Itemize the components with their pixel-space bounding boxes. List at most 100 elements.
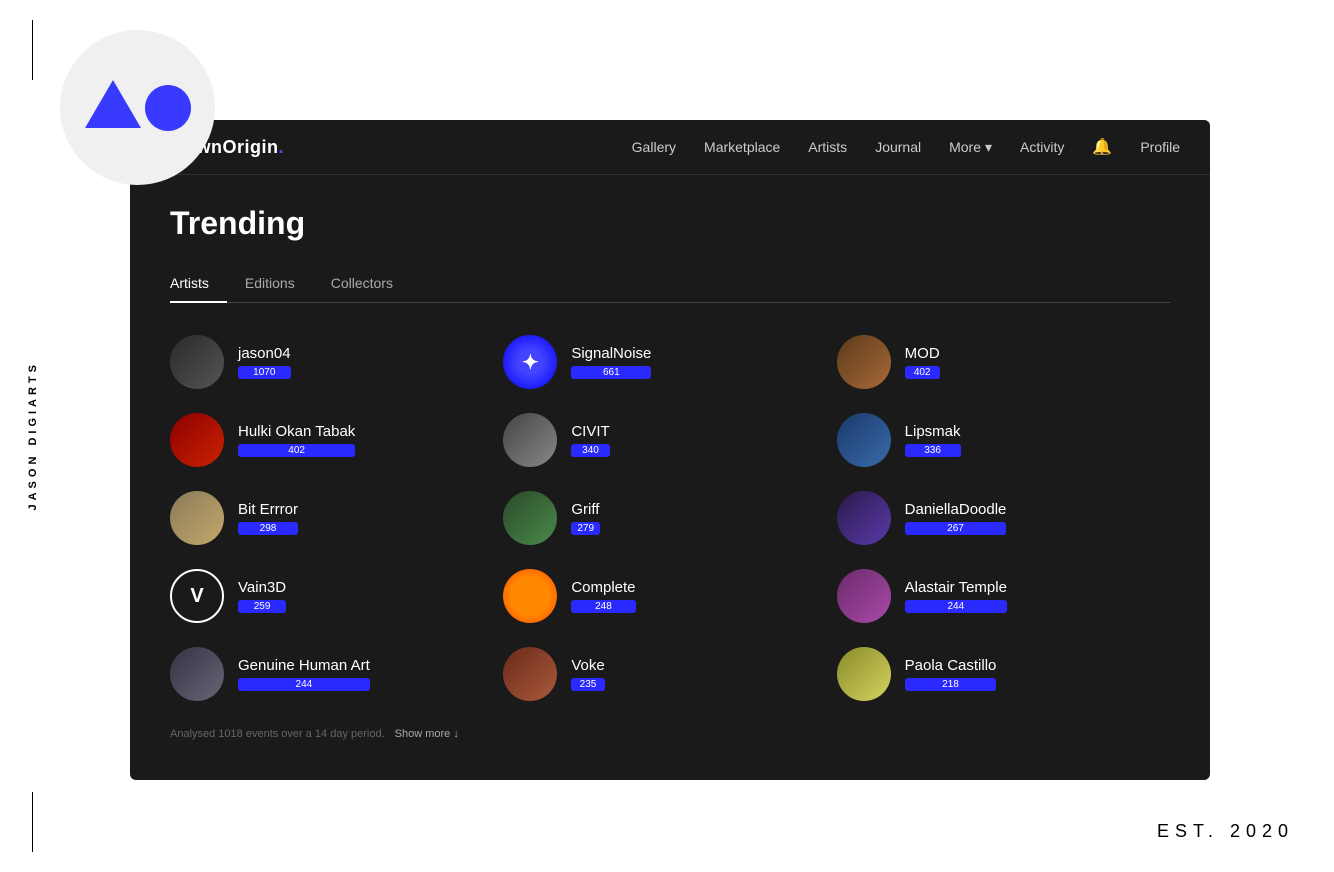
artist-info: Vain3D 259 <box>238 579 286 613</box>
artist-item[interactable]: DaniellaDoodle 267 <box>837 479 1170 557</box>
artist-item[interactable]: jason04 1070 <box>170 323 503 401</box>
artist-avatar: ✦ <box>503 335 557 389</box>
artist-score: 235 <box>571 678 604 691</box>
gallery-link[interactable]: Gallery <box>632 139 676 155</box>
artist-info: Complete 248 <box>571 579 635 613</box>
artist-score: 279 <box>571 522 600 535</box>
logo-icon <box>85 85 191 131</box>
artists-link[interactable]: Artists <box>808 139 847 155</box>
tabs-bar: Artists Editions Collectors <box>170 267 1170 303</box>
artist-avatar <box>837 413 891 467</box>
artist-score: 244 <box>238 678 370 691</box>
footer-note: Analysed 1018 events over a 14 day perio… <box>170 728 1170 740</box>
artist-item[interactable]: Paola Castillo 218 <box>837 635 1170 713</box>
artist-item[interactable]: Lipsmak336 <box>837 401 1170 479</box>
artist-item[interactable]: Complete 248 <box>503 557 836 635</box>
artist-score: 218 <box>905 678 997 691</box>
marketplace-link[interactable]: Marketplace <box>704 139 780 155</box>
artist-score: 402 <box>905 366 940 379</box>
analysis-note: Analysed 1018 events over a 14 day perio… <box>170 728 385 740</box>
artist-avatar <box>503 491 557 545</box>
artist-score: 1070 <box>238 366 291 379</box>
artist-score: 340 <box>571 444 609 457</box>
side-decoration: JASON DIGIARTS <box>0 0 65 872</box>
artist-avatar: V <box>170 569 224 623</box>
artist-name: Bit Errror <box>238 501 298 518</box>
artist-avatar <box>170 491 224 545</box>
artist-avatar <box>837 491 891 545</box>
nav-links: Gallery Marketplace Artists Journal More… <box>632 137 1180 157</box>
more-link[interactable]: More ▾ <box>949 139 992 156</box>
side-text: JASON DIGIARTS <box>27 361 39 511</box>
logo-circle <box>60 30 215 185</box>
artist-name: Paola Castillo <box>905 657 997 674</box>
artist-score: 259 <box>238 600 286 613</box>
artists-grid: jason04 1070 ✦ SignalNoise 661 MOD402 Hulki Ok… <box>170 323 1170 713</box>
artist-item[interactable]: V Vain3D 259 <box>170 557 503 635</box>
tab-editions[interactable]: Editions <box>245 267 313 302</box>
artist-item[interactable]: Hulki Okan Tabak 402 <box>170 401 503 479</box>
show-more-button[interactable]: Show more ↓ <box>395 728 459 740</box>
artist-info: MOD402 <box>905 345 940 379</box>
artist-avatar <box>170 413 224 467</box>
navbar: KnownOrigin. Gallery Marketplace Artists… <box>130 120 1210 175</box>
activity-link[interactable]: Activity <box>1020 139 1064 155</box>
artist-avatar <box>837 335 891 389</box>
artist-score: 248 <box>571 600 635 613</box>
artist-avatar <box>170 335 224 389</box>
artist-score: 267 <box>905 522 1007 535</box>
artist-info: CIVIT 340 <box>571 423 609 457</box>
artist-name: Complete <box>571 579 635 596</box>
artist-avatar <box>837 569 891 623</box>
artist-info: Hulki Okan Tabak 402 <box>238 423 355 457</box>
artist-name: Voke <box>571 657 604 674</box>
artist-score: 298 <box>238 522 298 535</box>
artist-item[interactable]: CIVIT 340 <box>503 401 836 479</box>
artist-item[interactable]: ✦ SignalNoise 661 <box>503 323 836 401</box>
artist-info: SignalNoise 661 <box>571 345 651 379</box>
logo-triangle-icon <box>85 80 141 128</box>
artist-item[interactable]: Bit Errror 298 <box>170 479 503 557</box>
artist-avatar <box>837 647 891 701</box>
artist-avatar <box>503 569 557 623</box>
artist-avatar <box>503 413 557 467</box>
artist-info: Bit Errror 298 <box>238 501 298 535</box>
browser-window: KnownOrigin. Gallery Marketplace Artists… <box>130 120 1210 780</box>
artist-info: jason04 1070 <box>238 345 291 379</box>
est-label: EST. 2020 <box>1157 821 1294 842</box>
artist-info: DaniellaDoodle 267 <box>905 501 1007 535</box>
artist-name: Genuine Human Art <box>238 657 370 674</box>
artist-item[interactable]: Alastair Temple244 <box>837 557 1170 635</box>
tab-collectors[interactable]: Collectors <box>331 267 411 302</box>
bell-icon[interactable]: 🔔 <box>1092 137 1112 157</box>
artist-score: 244 <box>905 600 1007 613</box>
logo-dot-icon <box>145 85 191 131</box>
artist-score: 336 <box>905 444 961 457</box>
artist-name: DaniellaDoodle <box>905 501 1007 518</box>
profile-link[interactable]: Profile <box>1140 139 1180 155</box>
artist-item[interactable]: Griff279 <box>503 479 836 557</box>
artist-item[interactable]: Genuine Human Art 244 <box>170 635 503 713</box>
artist-score: 402 <box>238 444 355 457</box>
artist-item[interactable]: MOD402 <box>837 323 1170 401</box>
artist-info: Alastair Temple244 <box>905 579 1007 613</box>
page-title: Trending <box>170 205 1170 242</box>
artist-name: jason04 <box>238 345 291 362</box>
artist-info: Genuine Human Art 244 <box>238 657 370 691</box>
chevron-down-icon: ▾ <box>985 139 992 156</box>
side-line-bottom <box>32 792 33 852</box>
journal-link[interactable]: Journal <box>875 139 921 155</box>
tab-artists[interactable]: Artists <box>170 267 227 303</box>
artist-item[interactable]: Voke 235 <box>503 635 836 713</box>
artist-name: Hulki Okan Tabak <box>238 423 355 440</box>
side-line-top <box>32 20 33 80</box>
artist-avatar <box>170 647 224 701</box>
artist-info: Paola Castillo 218 <box>905 657 997 691</box>
page-content: Trending Artists Editions Collectors jas… <box>130 175 1210 780</box>
artist-score: 661 <box>571 366 651 379</box>
artist-name: SignalNoise <box>571 345 651 362</box>
artist-name: Vain3D <box>238 579 286 596</box>
artist-info: Griff279 <box>571 501 600 535</box>
artist-name: CIVIT <box>571 423 609 440</box>
artist-info: Lipsmak336 <box>905 423 961 457</box>
